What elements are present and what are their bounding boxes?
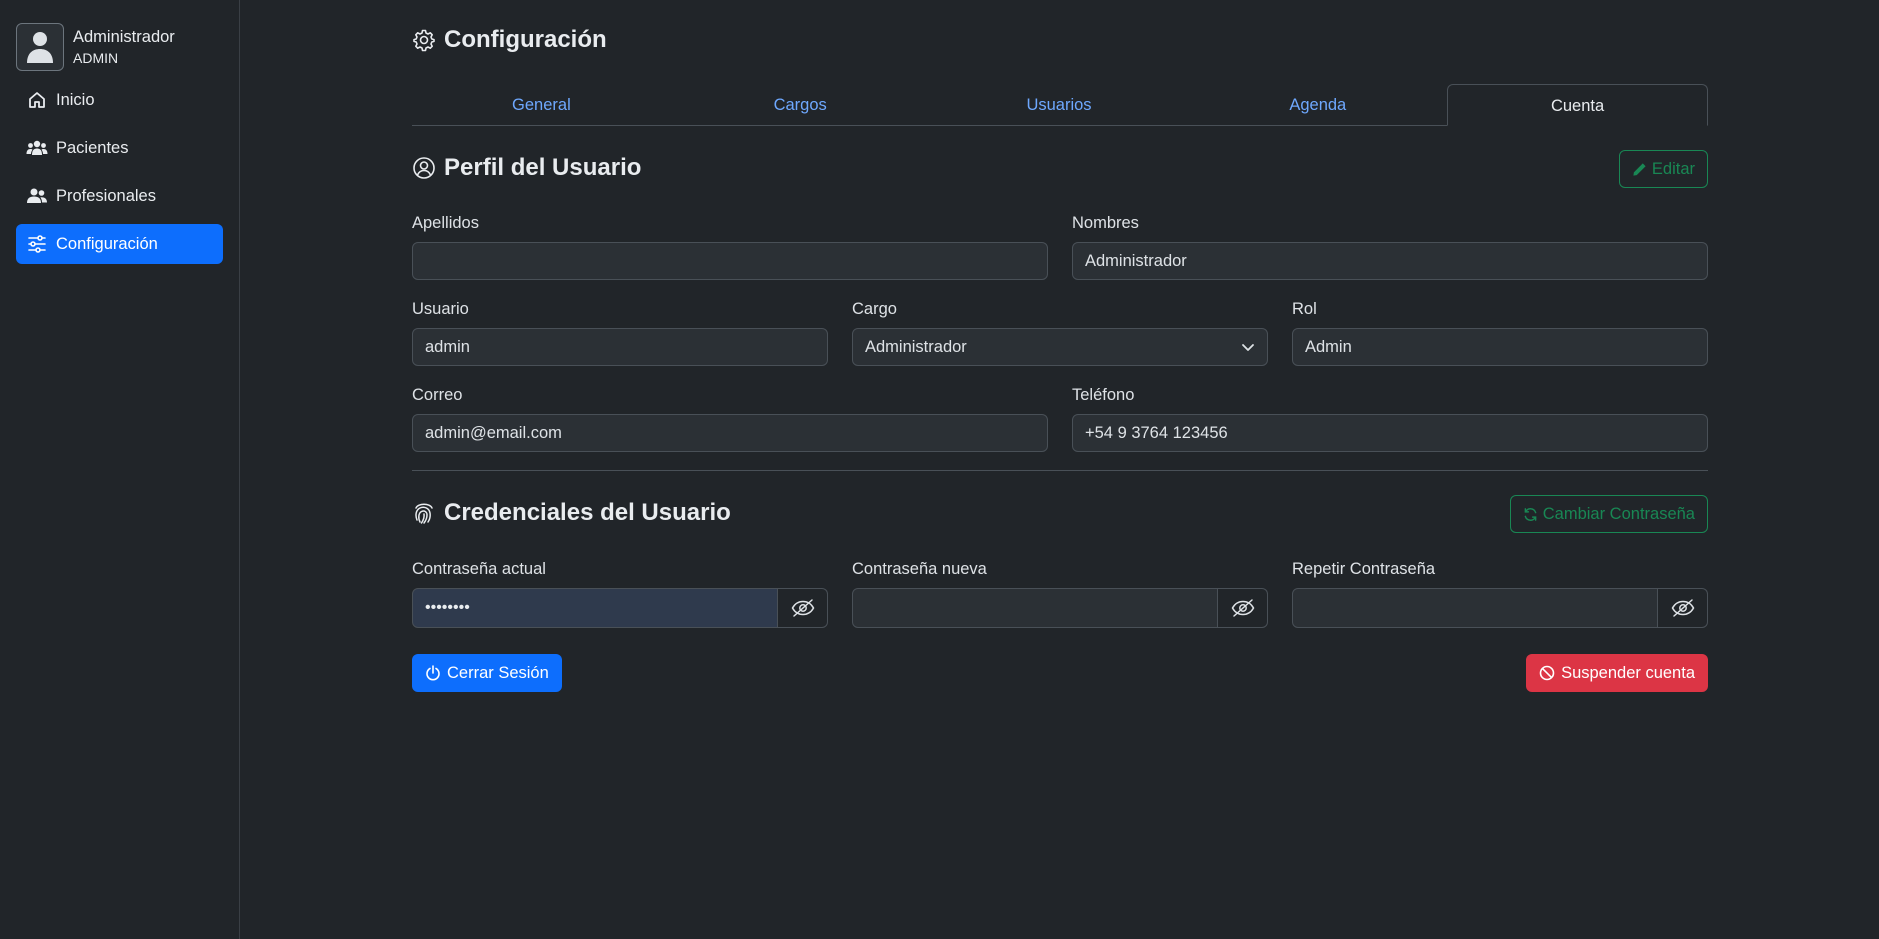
profile-section-title: Perfil del Usuario: [412, 154, 641, 182]
tab-cargos[interactable]: Cargos: [671, 84, 930, 125]
page-title: Configuración: [412, 26, 607, 54]
usuario-field-group: Usuario admin: [412, 300, 828, 366]
change-password-label: Cambiar Contraseña: [1542, 504, 1695, 523]
sidebar-item-pacientes[interactable]: Pacientes: [16, 128, 223, 168]
sidebar-nav: Inicio Pacientes Profesionales Configura…: [16, 80, 223, 272]
user-name: Administrador: [73, 28, 175, 46]
sidebar-item-inicio[interactable]: Inicio: [16, 80, 223, 120]
ban-icon: [1539, 665, 1555, 681]
new-password-label: Contraseña nueva: [852, 560, 987, 578]
usuario-input[interactable]: admin: [412, 328, 828, 366]
correo-input[interactable]: admin@email.com: [412, 414, 1048, 452]
eye-slash-icon: [791, 599, 814, 617]
apellidos-field-group: Apellidos: [412, 214, 1048, 280]
new-password-field-group: Contraseña nueva: [852, 560, 1268, 628]
cargo-select[interactable]: Administrador: [852, 328, 1268, 366]
user-box: Administrador ADMIN: [16, 23, 175, 71]
user-role: ADMIN: [73, 50, 119, 66]
tab-general[interactable]: General: [412, 84, 671, 125]
apellidos-label: Apellidos: [412, 214, 479, 232]
sidebar-item-label: Pacientes: [56, 138, 129, 157]
nombres-field-group: Nombres Administrador: [1072, 214, 1708, 280]
person-icon: [27, 32, 53, 63]
telefono-field-group: Teléfono +54 9 3764 123456: [1072, 386, 1708, 452]
person-group-icon: [26, 185, 48, 207]
eye-slash-icon: [1671, 599, 1694, 617]
correo-label: Correo: [412, 386, 463, 404]
telefono-label: Teléfono: [1072, 386, 1135, 404]
section-divider: [412, 470, 1708, 471]
credentials-title-text: Credenciales del Usuario: [444, 499, 731, 526]
rol-input[interactable]: Admin: [1292, 328, 1708, 366]
telefono-input[interactable]: +54 9 3764 123456: [1072, 414, 1708, 452]
suspend-account-button[interactable]: Suspender cuenta: [1526, 654, 1708, 692]
current-password-field-group: Contraseña actual ••••••••: [412, 560, 828, 628]
people-icon: [26, 137, 48, 159]
sidebar-item-label: Profesionales: [56, 186, 156, 205]
refresh-icon: [1524, 507, 1537, 521]
credentials-section-title: Credenciales del Usuario: [412, 499, 731, 527]
avatar: [16, 23, 64, 71]
power-icon: [426, 665, 440, 681]
sidebar: Administrador ADMIN Inicio Pacientes Pro…: [0, 0, 240, 939]
new-password-input[interactable]: [852, 588, 1218, 628]
correo-field-group: Correo admin@email.com: [412, 386, 1048, 452]
logout-button-label: Cerrar Sesión: [447, 663, 549, 682]
apellidos-input[interactable]: [412, 242, 1048, 280]
current-password-label: Contraseña actual: [412, 560, 546, 578]
sidebar-item-configuracion[interactable]: Configuración: [16, 224, 223, 264]
repeat-password-label: Repetir Contraseña: [1292, 560, 1436, 578]
cargo-field-group: Cargo Administrador: [852, 300, 1268, 366]
sidebar-item-label: Inicio: [56, 90, 95, 109]
edit-button-label: Editar: [1651, 159, 1695, 178]
current-password-input[interactable]: ••••••••: [412, 588, 778, 628]
sliders-icon: [26, 233, 48, 255]
tab-agenda[interactable]: Agenda: [1188, 84, 1447, 125]
fingerprint-icon: [415, 503, 433, 524]
edit-button[interactable]: Editar: [1618, 150, 1708, 188]
person-circle-icon: [413, 157, 435, 179]
profile-title-text: Perfil del Usuario: [444, 154, 642, 181]
repeat-password-input[interactable]: [1292, 588, 1658, 628]
repeat-password-field-group: Repetir Contraseña: [1292, 560, 1708, 628]
toggle-new-password-button[interactable]: [1218, 588, 1268, 628]
logout-button[interactable]: Cerrar Sesión: [412, 654, 562, 692]
tab-usuarios[interactable]: Usuarios: [930, 84, 1189, 125]
rol-label: Rol: [1292, 300, 1317, 318]
cargo-label: Cargo: [852, 300, 897, 318]
sidebar-item-profesionales[interactable]: Profesionales: [16, 176, 223, 216]
toggle-repeat-password-button[interactable]: [1658, 588, 1708, 628]
tab-cuenta[interactable]: Cuenta: [1447, 84, 1708, 126]
eye-slash-icon: [1231, 599, 1254, 617]
toggle-current-password-button[interactable]: [778, 588, 828, 628]
chevron-down-icon: [1242, 344, 1254, 351]
house-icon: [26, 89, 48, 111]
rol-field-group: Rol Admin: [1292, 300, 1708, 366]
nombres-input[interactable]: Administrador: [1072, 242, 1708, 280]
sidebar-item-label: Configuración: [56, 234, 158, 253]
change-password-button[interactable]: Cambiar Contraseña: [1509, 495, 1708, 533]
usuario-label: Usuario: [412, 300, 469, 318]
gear-icon: [413, 29, 435, 52]
pencil-icon: [1633, 162, 1646, 176]
cargo-select-value: Administrador: [865, 337, 967, 356]
tab-bar: General Cargos Usuarios Agenda Cuenta: [412, 84, 1708, 126]
page-title-text: Configuración: [444, 26, 607, 53]
nombres-label: Nombres: [1072, 214, 1139, 232]
suspend-account-label: Suspender cuenta: [1561, 663, 1695, 682]
